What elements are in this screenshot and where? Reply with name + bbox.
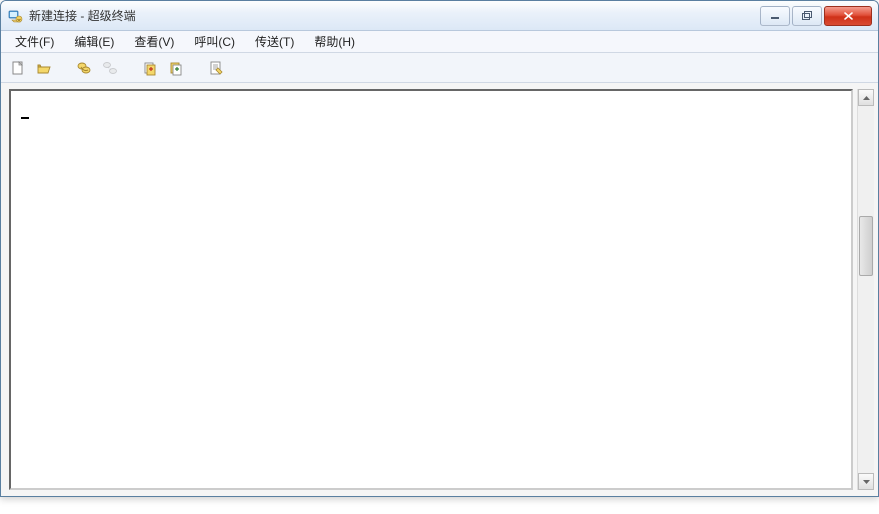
toolbar: [1, 53, 878, 83]
scroll-down-button[interactable]: [858, 473, 874, 490]
menu-file[interactable]: 文件(F): [5, 31, 64, 52]
titlebar[interactable]: 新建连接 - 超级终端: [1, 1, 878, 31]
terminal-cursor: [21, 117, 29, 119]
app-window: 新建连接 - 超级终端 文件(F) 编辑(E) 查看(V) 呼叫(C) 传送(T: [0, 0, 879, 497]
new-icon: [10, 60, 26, 76]
close-button[interactable]: [824, 6, 872, 26]
properties-icon: [208, 60, 224, 76]
menu-transfer[interactable]: 传送(T): [245, 31, 304, 52]
properties-button[interactable]: [205, 57, 227, 79]
menu-edit[interactable]: 编辑(E): [64, 31, 124, 52]
scroll-track[interactable]: [858, 106, 874, 473]
disconnect-icon: [102, 60, 118, 76]
receive-icon: [168, 60, 184, 76]
minimize-button[interactable]: [760, 6, 790, 26]
window-title: 新建连接 - 超级终端: [29, 7, 760, 24]
window-controls: [760, 6, 872, 26]
connect-icon: [76, 60, 92, 76]
send-button[interactable]: [139, 57, 161, 79]
terminal-area[interactable]: [9, 89, 853, 490]
scroll-up-button[interactable]: [858, 89, 874, 106]
vertical-scrollbar[interactable]: [857, 89, 874, 490]
disconnect-button[interactable]: [99, 57, 121, 79]
connect-button[interactable]: [73, 57, 95, 79]
client-area: [1, 83, 878, 496]
receive-button[interactable]: [165, 57, 187, 79]
menubar: 文件(F) 编辑(E) 查看(V) 呼叫(C) 传送(T) 帮助(H): [1, 31, 878, 53]
maximize-button[interactable]: [792, 6, 822, 26]
app-icon: [7, 8, 23, 24]
send-icon: [142, 60, 158, 76]
new-button[interactable]: [7, 57, 29, 79]
menu-view[interactable]: 查看(V): [124, 31, 184, 52]
menu-help[interactable]: 帮助(H): [304, 31, 365, 52]
scroll-thumb[interactable]: [859, 216, 873, 276]
open-icon: [36, 60, 52, 76]
open-button[interactable]: [33, 57, 55, 79]
menu-call[interactable]: 呼叫(C): [184, 31, 245, 52]
